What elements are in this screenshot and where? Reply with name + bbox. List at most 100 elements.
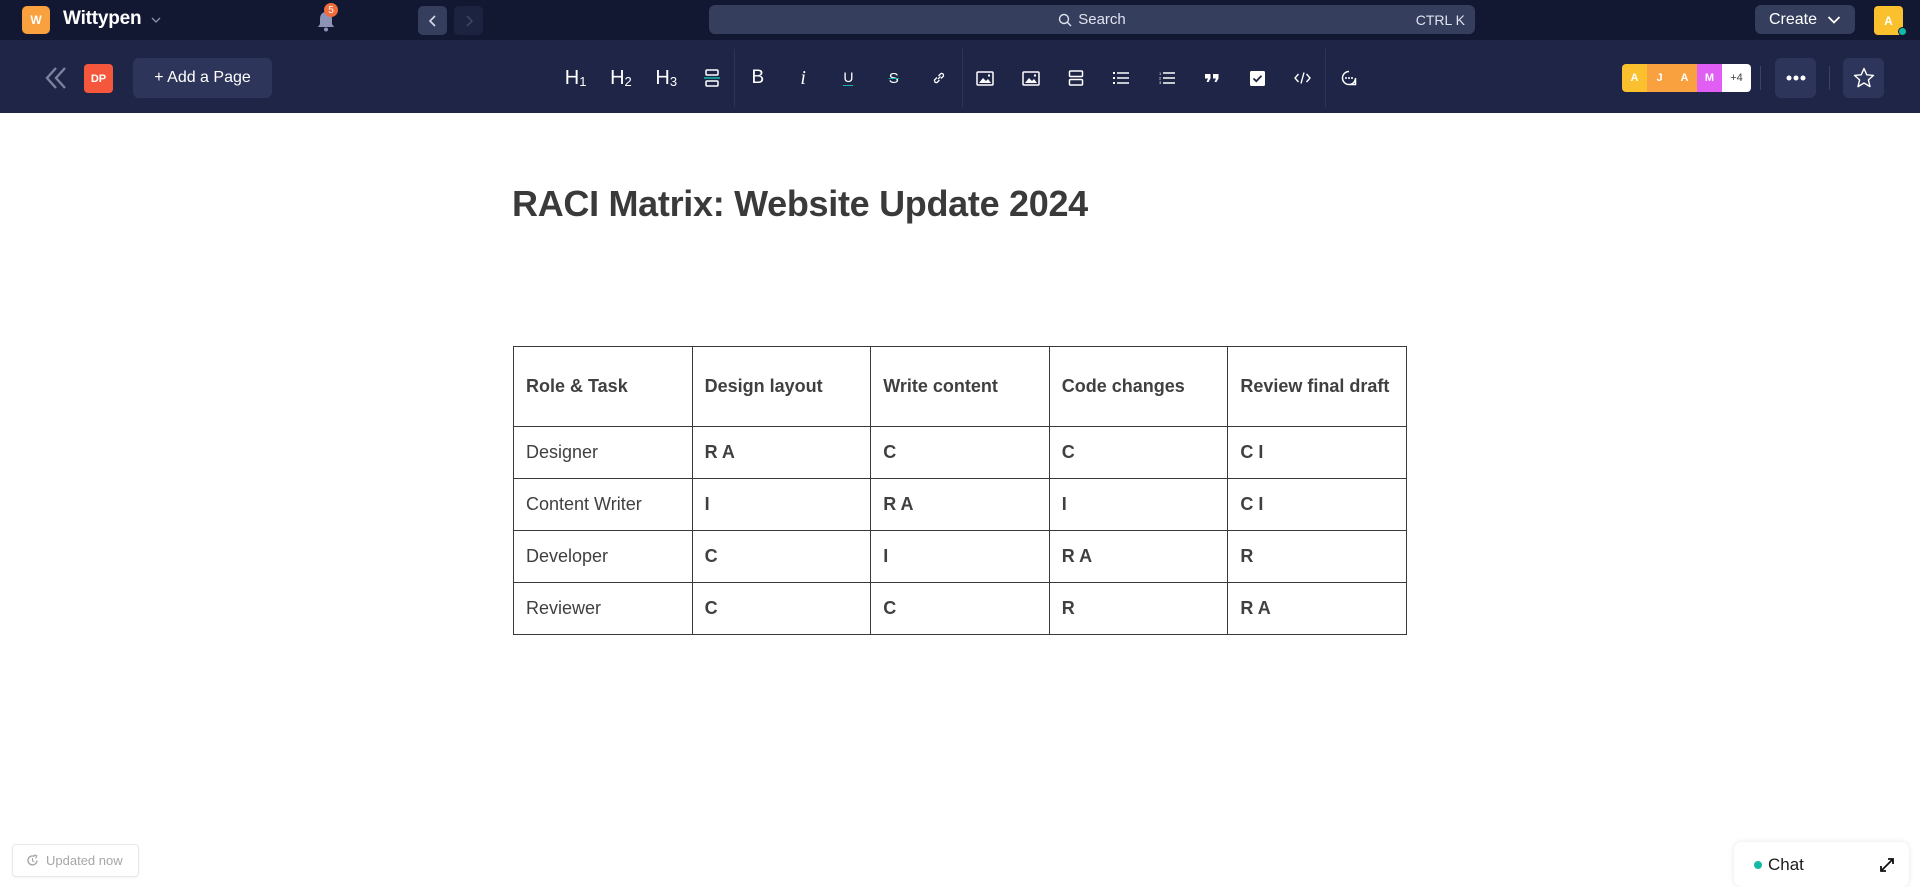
star-icon xyxy=(1853,67,1874,88)
table-cell-role[interactable]: Developer xyxy=(513,530,693,583)
bullet-list-button[interactable] xyxy=(1099,62,1144,94)
image-button[interactable] xyxy=(963,62,1008,94)
chevron-down-icon xyxy=(1827,15,1841,24)
add-page-button[interactable]: + Add a Page xyxy=(133,58,272,98)
table-cell-role[interactable]: Reviewer xyxy=(513,582,693,635)
table-cell[interactable]: C xyxy=(691,582,872,635)
code-button[interactable] xyxy=(1280,62,1325,94)
heading-1-button[interactable]: H1 xyxy=(553,62,598,94)
image-gallery-button[interactable] xyxy=(1008,62,1053,94)
online-status-indicator xyxy=(1898,27,1907,36)
space-badge[interactable]: DP xyxy=(84,64,113,93)
numbered-list-icon: 123 xyxy=(1159,71,1175,85)
table-cell[interactable]: C I xyxy=(1227,478,1407,531)
table-row: Designer R A C C C I xyxy=(513,426,1407,479)
table-cell[interactable]: R A xyxy=(870,478,1050,531)
table-header-row: Role & Task Design layout Write content … xyxy=(513,346,1407,427)
table-cell-role[interactable]: Content Writer xyxy=(513,478,693,531)
table-header-cell[interactable]: Code changes xyxy=(1048,346,1229,427)
create-label: Create xyxy=(1768,10,1818,28)
table-cell[interactable]: C I xyxy=(1227,426,1407,479)
table-cell[interactable]: R A xyxy=(1227,582,1407,635)
toolbar-separator xyxy=(1760,66,1761,90)
collaborator-avatar[interactable]: M xyxy=(1697,64,1722,92)
search-bar[interactable]: Search CTRL K xyxy=(709,5,1475,34)
bold-icon: B xyxy=(751,67,765,88)
chevron-right-icon xyxy=(465,14,473,27)
svg-text:3: 3 xyxy=(1159,80,1162,85)
table-cell[interactable]: I xyxy=(870,530,1050,583)
layout-button[interactable] xyxy=(1053,62,1098,94)
link-icon xyxy=(933,72,945,84)
back-button[interactable] xyxy=(418,6,447,35)
chevron-left-icon xyxy=(428,14,436,27)
more-horizontal-icon xyxy=(1786,75,1805,81)
save-status-indicator: Updated now xyxy=(12,844,139,877)
more-options-button[interactable] xyxy=(1775,58,1816,98)
divider-icon xyxy=(703,69,720,87)
quote-icon xyxy=(1204,74,1219,82)
collapse-sidebar-icon[interactable] xyxy=(42,64,70,92)
table-header-cell[interactable]: Design layout xyxy=(691,346,872,427)
table-header-cell[interactable]: Review final draft xyxy=(1227,346,1407,427)
toolbar-separator xyxy=(1829,66,1830,90)
expand-icon[interactable] xyxy=(1879,857,1895,873)
divider-button[interactable] xyxy=(689,62,734,94)
strikethrough-icon: S xyxy=(888,69,899,87)
table-cell[interactable]: R xyxy=(1048,582,1229,635)
numbered-list-button[interactable]: 123 xyxy=(1144,62,1189,94)
chat-label: Chat xyxy=(1768,854,1804,874)
favorite-button[interactable] xyxy=(1843,58,1884,98)
layout-icon xyxy=(1068,70,1084,86)
collaborator-avatar[interactable]: J xyxy=(1647,64,1672,92)
quote-button[interactable] xyxy=(1189,62,1234,94)
collaborator-avatar[interactable]: A xyxy=(1622,64,1647,92)
heading-3-button[interactable]: H3 xyxy=(644,62,689,94)
heading-1-icon: H1 xyxy=(564,66,587,89)
strikethrough-button[interactable]: S xyxy=(871,62,916,94)
formatting-toolbar: H1 H2 H3 B i U S 123 xyxy=(553,49,1371,107)
chevron-down-icon[interactable] xyxy=(150,14,162,26)
image-icon xyxy=(1021,70,1040,86)
bold-button[interactable]: B xyxy=(735,62,780,94)
table-cell[interactable]: I xyxy=(691,478,872,531)
chat-widget[interactable]: Chat xyxy=(1734,842,1909,887)
heading-3-icon: H3 xyxy=(655,66,678,89)
collaborator-avatar[interactable]: A xyxy=(1672,64,1697,92)
collaborator-avatars[interactable]: A J A M +4 xyxy=(1622,64,1751,92)
italic-button[interactable]: i xyxy=(780,62,825,94)
checklist-button[interactable] xyxy=(1234,62,1279,94)
table-cell[interactable]: C xyxy=(1048,426,1229,479)
search-shortcut: CTRL K xyxy=(1415,12,1465,28)
raci-table[interactable]: Role & Task Design layout Write content … xyxy=(513,346,1407,635)
table-cell[interactable]: R A xyxy=(691,426,872,479)
workspace-logo[interactable]: W xyxy=(22,6,50,34)
table-header-cell[interactable]: Write content xyxy=(870,346,1050,427)
table-cell[interactable]: I xyxy=(1048,478,1229,531)
page-title[interactable]: RACI Matrix: Website Update 2024 xyxy=(512,183,1088,225)
comment-button[interactable] xyxy=(1326,62,1371,94)
workspace-name[interactable]: Wittypen xyxy=(63,8,142,30)
create-button[interactable]: Create xyxy=(1755,5,1855,34)
search-icon xyxy=(1059,13,1072,26)
code-icon xyxy=(1293,72,1311,84)
link-button[interactable] xyxy=(916,62,961,94)
heading-2-icon: H2 xyxy=(610,66,632,89)
table-cell[interactable]: R xyxy=(1227,530,1407,583)
table-cell[interactable]: R A xyxy=(1048,530,1229,583)
heading-2-button[interactable]: H2 xyxy=(598,62,643,94)
table-row: Developer C I R A R xyxy=(513,530,1407,583)
table-header-cell[interactable]: Role & Task xyxy=(513,346,693,427)
table-cell[interactable]: C xyxy=(691,530,872,583)
table-cell[interactable]: C xyxy=(870,426,1050,479)
table-row: Content Writer I R A I C I xyxy=(513,478,1407,531)
forward-button[interactable] xyxy=(454,6,483,35)
underline-button[interactable]: U xyxy=(826,62,871,94)
more-collaborators-badge[interactable]: +4 xyxy=(1722,64,1751,92)
chat-online-dot xyxy=(1754,860,1762,869)
save-status-text: Updated now xyxy=(46,853,123,868)
table-row: Reviewer C C R R A xyxy=(513,582,1407,635)
underline-icon: U xyxy=(843,69,854,86)
table-cell[interactable]: C xyxy=(870,582,1050,635)
table-cell-role[interactable]: Designer xyxy=(513,426,693,479)
